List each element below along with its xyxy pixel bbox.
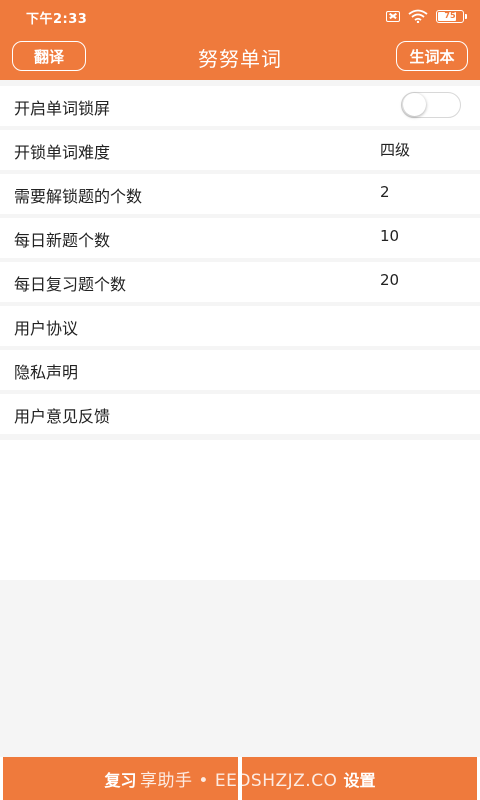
status-time: 下午2:33 [26,12,88,27]
battery-level: 75 [444,11,456,20]
settings-list: 开启单词锁屏 开锁单词难度 四级 需要解锁题的个数 2 每日新题个数 10 每日… [0,86,480,438]
setting-row-user-agreement[interactable]: 用户协议 [0,306,480,346]
setting-label: 每日新题个数 [14,231,111,250]
setting-value: 四级 [380,141,411,159]
setting-row-daily-review[interactable]: 每日复习题个数 20 [0,262,480,302]
content-blank-area [0,440,480,580]
top-bar: 下午2:33 75 翻译 努努单词 生词本 [0,0,480,80]
setting-row-privacy[interactable]: 隐私声明 [0,350,480,390]
setting-row-feedback[interactable]: 用户意见反馈 [0,394,480,434]
setting-label: 开启单词锁屏 [14,99,111,118]
setting-row-daily-new[interactable]: 每日新题个数 10 [0,218,480,258]
toggle-knob [403,93,426,116]
setting-label: 需要解锁题的个数 [14,187,143,206]
watermark: 享助手 • EEDSHZJZ.CO [140,771,338,791]
lock-screen-toggle[interactable] [401,92,461,118]
status-icons: 75 [386,9,467,23]
setting-value: 2 [380,183,390,201]
app-screen: 下午2:33 75 翻译 努努单词 生词本 开启单词锁屏 开锁单词难度 四级 需… [0,0,480,800]
vocabulary-book-button[interactable]: 生词本 [396,41,468,71]
setting-label: 每日复习题个数 [14,275,127,294]
setting-row-difficulty[interactable]: 开锁单词难度 四级 [0,130,480,170]
setting-row-lock-screen[interactable]: 开启单词锁屏 [0,86,480,126]
setting-value: 20 [380,271,400,289]
setting-row-unlock-count[interactable]: 需要解锁题的个数 2 [0,174,480,214]
sim-icon [386,10,400,22]
setting-label: 开锁单词难度 [14,143,111,162]
header: 翻译 努努单词 生词本 [0,34,480,78]
wifi-icon [408,9,428,23]
setting-label: 隐私声明 [14,363,79,382]
battery-cap [465,13,467,19]
setting-value: 10 [380,227,400,245]
setting-label: 用户协议 [14,319,79,338]
setting-label: 用户意见反馈 [14,407,111,426]
battery-icon: 75 [436,9,467,23]
status-bar: 下午2:33 75 [0,0,480,32]
